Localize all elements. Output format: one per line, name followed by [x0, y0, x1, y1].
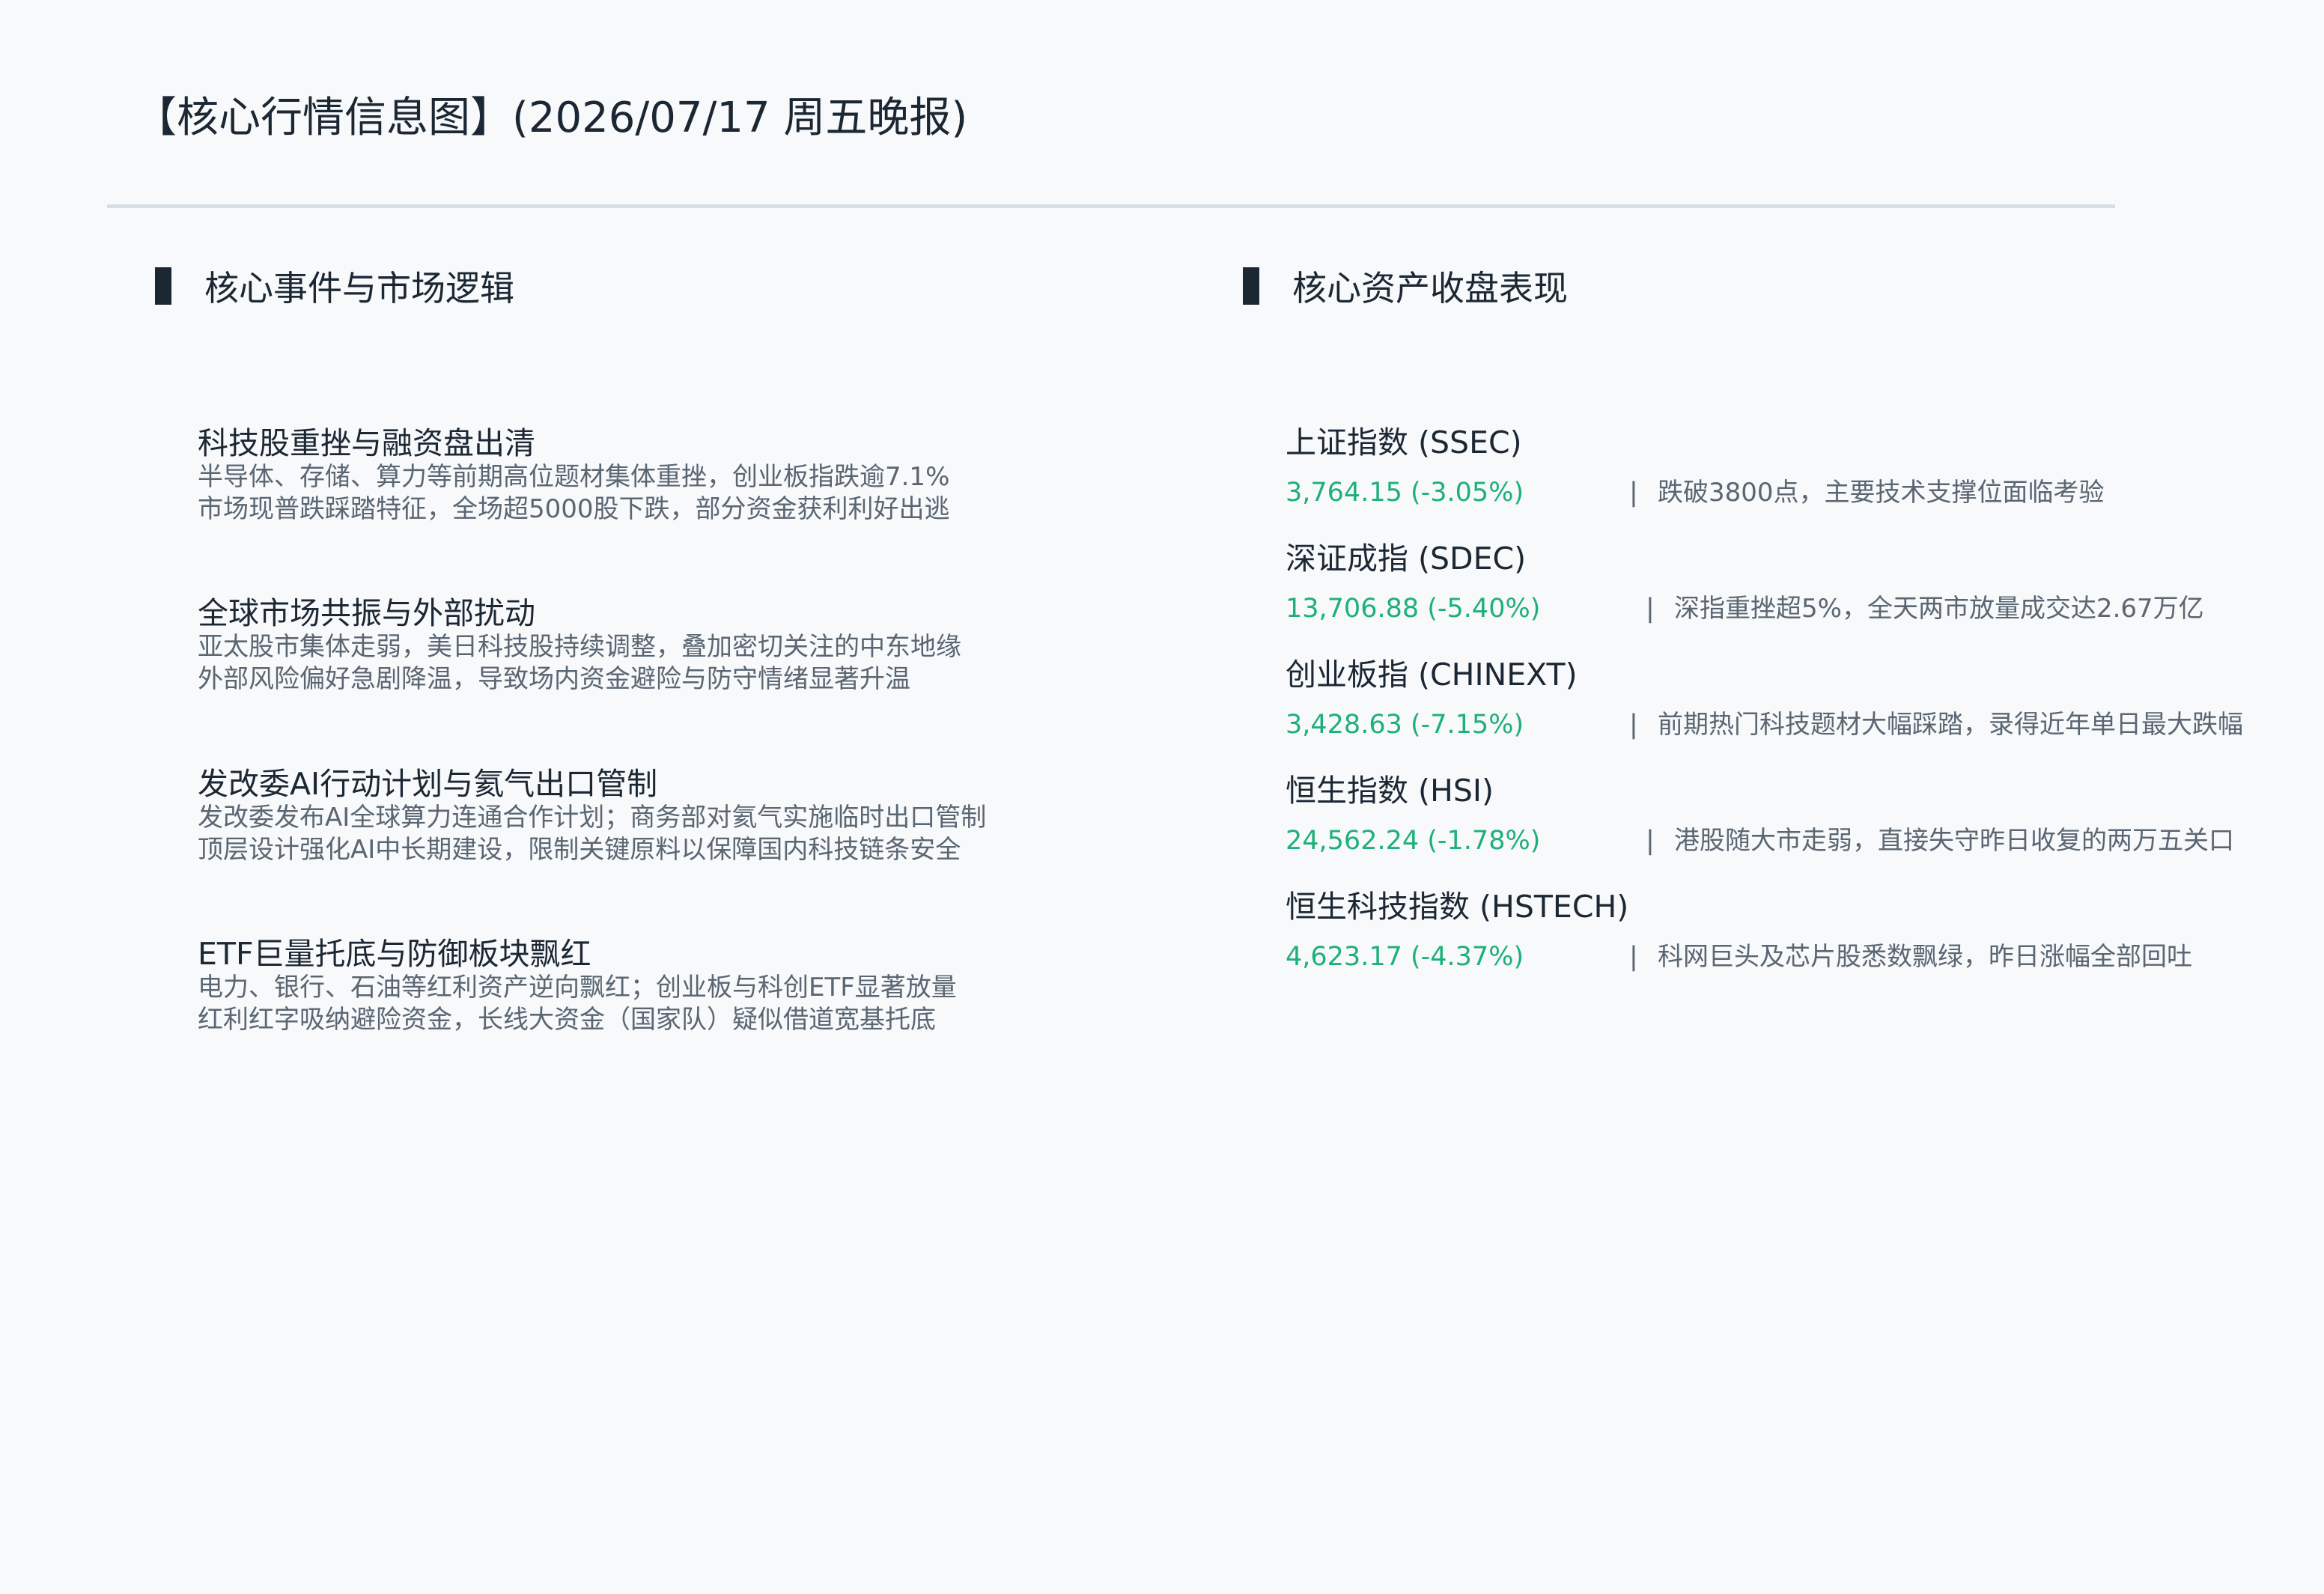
event-detail-line: 电力、银行、石油等红利资产逆向飘红；创业板与科创ETF显著放量	[198, 973, 957, 1003]
event-item: 全球市场共振与外部扰动 亚太股市集体走弱，美日科技股持续调整，叠加密切关注的中东…	[198, 595, 961, 696]
asset-close-value: 13,706.88 (-5.40%)	[1286, 594, 1541, 624]
asset-separator: |	[1629, 478, 1638, 508]
section-marker	[1243, 267, 1259, 305]
asset-name: 深证成指 (SDEC)	[1286, 541, 1527, 577]
section-marker	[155, 267, 171, 305]
asset-note: 科网巨头及芯片股悉数飘绿，昨日涨幅全部回吐	[1658, 942, 2192, 972]
asset-close-value: 3,764.15 (-3.05%)	[1286, 478, 1524, 508]
asset-close-value: 24,562.24 (-1.78%)	[1286, 826, 1541, 856]
asset-separator: |	[1629, 942, 1638, 972]
events-section-title: 核心事件与市场逻辑	[204, 268, 514, 308]
page-title: 【核心行情信息图】(2026/07/17 周五晚报)	[135, 94, 968, 142]
asset-item: 恒生指数 (HSI) 24,562.24 (-1.78%) | 港股随大市走弱，…	[1286, 772, 2234, 859]
asset-close-value: 3,428.63 (-7.15%)	[1286, 710, 1524, 740]
event-title: 发改委AI行动计划与氦气出口管制	[198, 766, 658, 802]
event-item: 科技股重挫与融资盘出清 半导体、存储、算力等前期高位题材集体重挫，创业板指跌逾7…	[198, 425, 950, 526]
asset-separator: |	[1629, 710, 1638, 740]
assets-section-title: 核心资产收盘表现	[1292, 268, 1568, 308]
asset-item: 深证成指 (SDEC) 13,706.88 (-5.40%) | 深指重挫超5%…	[1286, 540, 2204, 627]
event-detail-line: 亚太股市集体走弱，美日科技股持续调整，叠加密切关注的中东地缘	[198, 632, 961, 662]
asset-separator: |	[1646, 826, 1655, 856]
event-detail-line: 发改委发布AI全球算力连通合作计划；商务部对氦气实施临时出口管制	[198, 803, 987, 833]
asset-note: 深指重挫超5%，全天两市放量成交达2.67万亿	[1674, 594, 2204, 624]
asset-name: 上证指数 (SSEC)	[1286, 425, 1522, 460]
events-section-header: 核心事件与市场逻辑	[155, 264, 514, 308]
asset-item: 上证指数 (SSEC) 3,764.15 (-3.05%) | 跌破3800点，…	[1286, 424, 2105, 511]
event-item: ETF巨量托底与防御板块飘红 电力、银行、石油等红利资产逆向飘红；创业板与科创E…	[198, 936, 957, 1036]
event-title: 科技股重挫与融资盘出清	[198, 425, 535, 461]
asset-name: 恒生科技指数 (HSTECH)	[1286, 889, 1629, 925]
asset-item: 创业板指 (CHINEXT) 3,428.63 (-7.15%) | 前期热门科…	[1286, 656, 2243, 743]
asset-name: 创业板指 (CHINEXT)	[1286, 657, 1578, 693]
event-detail-line: 外部风险偏好急剧降温，导致场内资金避险与防守情绪显著升温	[198, 664, 910, 694]
header-divider	[107, 204, 2115, 208]
asset-note: 跌破3800点，主要技术支撑位面临考验	[1658, 478, 2105, 508]
event-title: ETF巨量托底与防御板块飘红	[198, 936, 591, 972]
event-title: 全球市场共振与外部扰动	[198, 595, 535, 631]
asset-close-value: 4,623.17 (-4.37%)	[1286, 942, 1524, 972]
event-detail-line: 红利红字吸纳避险资金，长线大资金（国家队）疑似借道宽基托底	[198, 1005, 936, 1035]
event-detail-line: 半导体、存储、算力等前期高位题材集体重挫，创业板指跌逾7.1%	[198, 462, 950, 492]
asset-name: 恒生指数 (HSI)	[1286, 773, 1494, 809]
asset-item: 恒生科技指数 (HSTECH) 4,623.17 (-4.37%) | 科网巨头…	[1286, 888, 2192, 975]
asset-note: 前期热门科技题材大幅踩踏，录得近年单日最大跌幅	[1658, 710, 2243, 740]
assets-section-header: 核心资产收盘表现	[1243, 264, 1568, 308]
asset-separator: |	[1646, 594, 1655, 624]
event-detail-line: 顶层设计强化AI中长期建设，限制关键原料以保障国内科技链条安全	[198, 835, 961, 865]
asset-note: 港股随大市走弱，直接失守昨日收复的两万五关口	[1674, 826, 2234, 856]
event-item: 发改委AI行动计划与氦气出口管制 发改委发布AI全球算力连通合作计划；商务部对氦…	[198, 766, 986, 866]
event-detail-line: 市场现普跌踩踏特征，全场超5000股下跌，部分资金获利利好出逃	[198, 494, 950, 524]
